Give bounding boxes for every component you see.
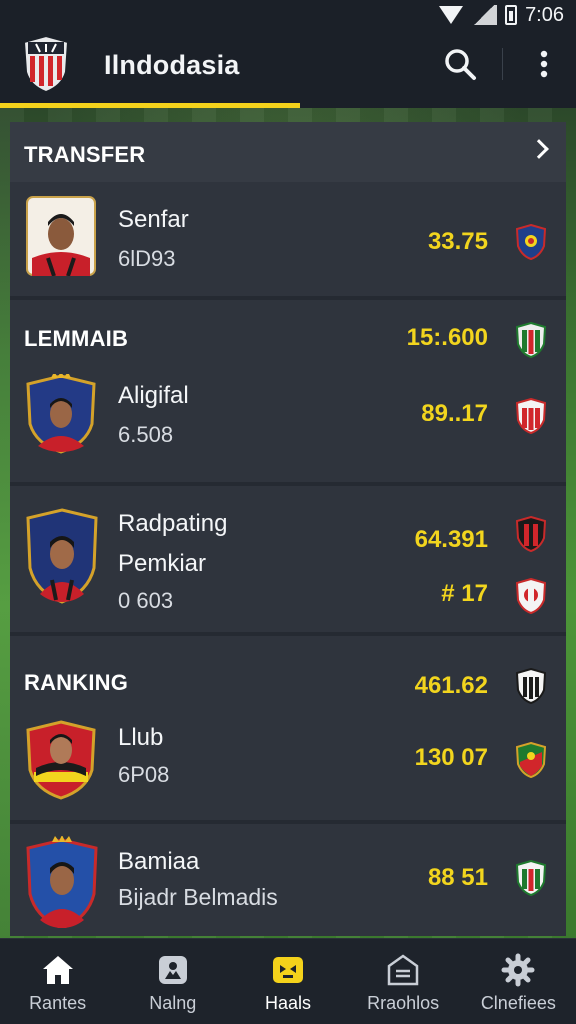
status-time: 7:06 — [525, 3, 564, 26]
app-bar: Ilndodasia — [0, 30, 576, 108]
wifi-icon — [439, 6, 464, 24]
lemmaib-card: LEMMAIB 15:.600 Aligifal 6.508 89..17 — [10, 300, 566, 486]
player-value-secondary: # 17 — [441, 580, 488, 607]
bottom-nav: Rantes Nalng Haals Rraohlos Clnefiees — [0, 938, 576, 1024]
nav-item-nalng[interactable]: Nalng — [118, 953, 228, 1014]
nav-label: Rraohlos — [367, 993, 440, 1013]
player-name: Aligifal — [118, 382, 189, 409]
status-bar: 7:06 — [0, 0, 576, 30]
player-value: 130 07 — [414, 744, 488, 771]
player-avatar — [26, 374, 96, 454]
club-crest-icon — [516, 516, 546, 552]
lemmaib-title-value: 15:.600 — [406, 324, 488, 351]
player-row-radpating[interactable]: Radpating Pemkiar 0 603 64.391 # 17 — [10, 486, 566, 636]
club-crest-icon — [516, 668, 546, 704]
divider — [502, 48, 503, 80]
transfer-header[interactable]: TRANSFER — [10, 122, 566, 182]
trophy-icon — [272, 957, 303, 983]
stats-icon — [387, 954, 419, 986]
transfer-card: TRANSFER Senfar 6lD93 33.75 — [10, 122, 566, 300]
player-sub: 6lD93 — [118, 246, 176, 271]
player-row-llub[interactable]: Llub 6P08 130 07 — [10, 712, 566, 820]
ranking-title-value: 461.62 — [414, 672, 488, 699]
app-logo — [22, 34, 70, 94]
news-icon — [158, 956, 187, 984]
player-row-bamiaa[interactable]: Bamiaa Bijadr Belmadis 88 51 — [10, 824, 566, 936]
player-sub: 6.508 — [118, 422, 174, 447]
club-crest-icon — [516, 224, 546, 260]
more-vert-icon[interactable] — [526, 46, 562, 82]
nav-item-haals[interactable]: Haals — [233, 953, 343, 1014]
player-value: 33.75 — [427, 228, 488, 255]
player-sub: 0 603 — [118, 588, 174, 613]
ranking-card: RANKING 461.62 Llub 6P08 130 07 — [10, 636, 566, 824]
club-crest-icon — [516, 860, 546, 896]
nav-item-rantes[interactable]: Rantes — [3, 953, 113, 1014]
nav-item-rraohlos[interactable]: Rraohlos — [348, 953, 458, 1014]
nav-label: Clnefiees — [480, 993, 556, 1013]
nav-item-clnefiees[interactable]: Clnefiees — [463, 953, 573, 1014]
main-content: TRANSFER Senfar 6lD93 33.75 LEMMAIB 15:.… — [10, 122, 566, 936]
battery-icon — [505, 5, 518, 25]
player-sub: Bijadr Belmadis — [118, 884, 278, 910]
player-name-secondary: Pemkiar — [118, 550, 207, 577]
home-icon — [42, 956, 73, 984]
transfer-title: TRANSFER — [24, 142, 146, 167]
nav-label: Rantes — [29, 993, 87, 1013]
player-avatar — [26, 196, 96, 276]
player-avatar — [26, 720, 96, 800]
signal-icon — [471, 5, 498, 25]
player-name: Bamiaa — [118, 848, 200, 875]
player-value: 64.391 — [414, 526, 488, 553]
player-name: Radpating — [118, 510, 228, 537]
player-name: Senfar — [118, 206, 189, 233]
club-crest-icon — [516, 742, 546, 778]
player-avatar — [26, 836, 98, 928]
nav-label: Haals — [264, 993, 311, 1013]
club-crest-icon — [516, 398, 546, 434]
active-tab-indicator — [0, 103, 300, 108]
player-row-senfar[interactable]: Senfar 6lD93 33.75 — [10, 184, 566, 296]
nav-label: Nalng — [149, 993, 197, 1013]
player-avatar — [26, 508, 98, 604]
player-sub: 6P08 — [118, 762, 170, 787]
player-value: 89..17 — [421, 400, 488, 427]
settings-icon — [501, 953, 535, 987]
player-row-aligifal[interactable]: Aligifal 6.508 89..17 — [10, 364, 566, 482]
chevron-right-icon — [529, 139, 549, 159]
club-crest-icon — [516, 322, 546, 358]
player-value: 88 51 — [427, 864, 488, 891]
ranking-title: RANKING — [24, 670, 129, 695]
lemmaib-title: LEMMAIB — [24, 326, 129, 351]
search-icon[interactable] — [442, 46, 478, 82]
club-crest-icon — [516, 578, 546, 614]
app-title: Ilndodasia — [104, 50, 240, 80]
player-name: Llub — [118, 724, 164, 751]
